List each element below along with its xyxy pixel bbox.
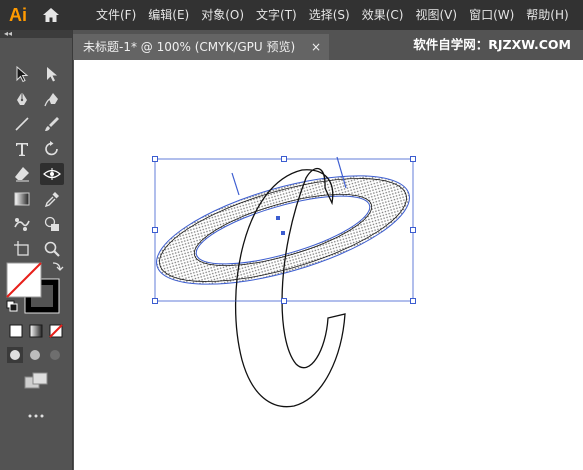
center-point[interactable] <box>276 216 280 220</box>
bbox-handle[interactable] <box>152 227 158 233</box>
eraser-tool-icon <box>15 167 29 182</box>
screen-mode-button[interactable] <box>24 372 50 390</box>
default-fill-stroke-icon[interactable] <box>6 300 18 312</box>
screen-mode-icon <box>24 372 48 389</box>
rotate-tool-icon <box>45 141 58 156</box>
menu-items: 文件(F) 编辑(E) 对象(O) 文字(T) 选择(S) 效果(C) 视图(V… <box>90 0 575 30</box>
bbox-handle[interactable] <box>281 298 287 304</box>
more-tools-button[interactable] <box>26 406 46 418</box>
fill-swatch[interactable] <box>6 262 42 298</box>
menu-type[interactable]: 文字(T) <box>250 0 303 30</box>
illustrator-window: Ai 文件(F) 编辑(E) 对象(O) 文字(T) 选择(S) 效果(C) 视… <box>0 0 583 470</box>
bbox-handle[interactable] <box>410 156 416 162</box>
eyedropper-tool[interactable] <box>40 188 64 210</box>
menu-object[interactable]: 对象(O) <box>195 0 250 30</box>
selection-tool[interactable] <box>10 63 34 85</box>
eyedropper-tool-icon <box>44 192 59 208</box>
home-icon <box>43 8 59 22</box>
menu-help[interactable]: 帮助(H) <box>520 0 574 30</box>
eraser-tool[interactable] <box>10 163 34 185</box>
zoom-tool-icon <box>44 241 60 257</box>
pen-tool-icon <box>17 92 27 105</box>
toolbar-collapse-button[interactable]: ◂◂ <box>0 30 72 38</box>
document-tab-bar: 未标题-1* @ 100% (CMYK/GPU 预览) × 软件自学网：RJZX… <box>73 30 583 60</box>
line-segment-tool[interactable] <box>10 113 34 135</box>
tools-panel: ◂◂ <box>0 30 73 470</box>
artboard-tool[interactable] <box>10 238 34 260</box>
menu-effect[interactable]: 效果(C) <box>356 0 410 30</box>
puppet-warp-tool-icon <box>14 218 30 231</box>
width-tool-icon <box>43 168 61 180</box>
draw-normal-icon[interactable] <box>10 350 20 360</box>
puppet-warp-tool[interactable] <box>10 213 34 235</box>
artboard-canvas[interactable] <box>74 60 583 470</box>
pen-tool[interactable] <box>10 88 34 110</box>
selection-tool-icon <box>16 65 29 83</box>
direct-selection-tool-icon <box>47 67 57 82</box>
bbox-handle[interactable] <box>281 156 287 162</box>
menu-file[interactable]: 文件(F) <box>90 0 142 30</box>
line-segment-tool-icon <box>15 117 29 131</box>
menu-view[interactable]: 视图(V) <box>409 0 463 30</box>
menu-bar: Ai 文件(F) 编辑(E) 对象(O) 文字(T) 选择(S) 效果(C) 视… <box>0 0 583 30</box>
document-tab-title: 未标题-1* @ 100% (CMYK/GPU 预览) <box>83 40 296 54</box>
rotate-tool[interactable] <box>40 138 64 160</box>
menu-window[interactable]: 窗口(W) <box>463 0 520 30</box>
draw-mode-buttons <box>6 346 68 364</box>
gradient-tool[interactable] <box>10 188 34 210</box>
width-tool[interactable] <box>40 163 64 185</box>
artboard-tool-icon <box>14 241 29 256</box>
gradient-tool-icon <box>14 192 30 206</box>
more-icon <box>28 414 44 418</box>
watermark-text: 软件自学网：RJZXW.COM <box>413 37 571 52</box>
menu-select[interactable]: 选择(S) <box>303 0 356 30</box>
shape-builder-tool[interactable] <box>40 213 64 235</box>
swap-fill-stroke-icon[interactable] <box>52 262 64 271</box>
paintbrush-tool[interactable] <box>40 113 64 135</box>
center-point[interactable] <box>281 231 285 235</box>
direct-selection-tool[interactable] <box>40 63 64 85</box>
paintbrush-tool-icon <box>45 117 59 131</box>
bbox-handle[interactable] <box>152 156 158 162</box>
app-logo: Ai <box>9 4 27 25</box>
type-tool[interactable] <box>10 138 34 160</box>
document-tab[interactable]: 未标题-1* @ 100% (CMYK/GPU 预览) × <box>73 34 329 60</box>
shape-builder-tool-icon <box>44 216 59 231</box>
curvature-tool-icon <box>44 93 58 107</box>
draw-behind-icon[interactable] <box>30 350 40 360</box>
gradient-button[interactable] <box>29 324 43 338</box>
menu-edit[interactable]: 编辑(E) <box>142 0 195 30</box>
draw-inside-icon[interactable] <box>50 350 60 360</box>
fill-stroke-widget <box>6 261 68 317</box>
bbox-handle[interactable] <box>410 298 416 304</box>
bbox-handle[interactable] <box>410 227 416 233</box>
zoom-tool[interactable] <box>40 238 64 260</box>
home-button[interactable] <box>36 0 66 30</box>
none-button[interactable] <box>49 324 63 338</box>
close-tab-button[interactable]: × <box>311 34 321 60</box>
type-tool-icon <box>16 143 28 156</box>
curvature-tool[interactable] <box>40 88 64 110</box>
bbox-handle[interactable] <box>152 298 158 304</box>
color-mode-buttons <box>8 323 68 339</box>
color-button[interactable] <box>9 324 23 338</box>
